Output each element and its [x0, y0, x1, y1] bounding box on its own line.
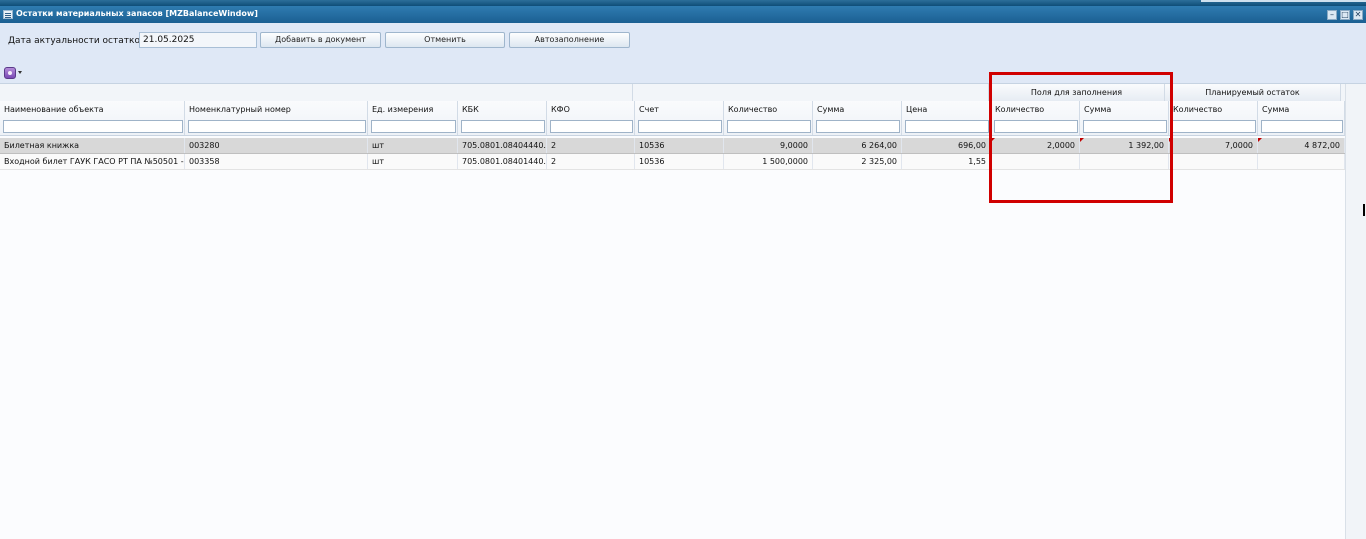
cell-price: 696,00: [902, 138, 991, 153]
col-kfo[interactable]: КФО: [547, 101, 635, 135]
cell-nomenclature: 003280: [185, 138, 368, 153]
filter-unit[interactable]: [371, 120, 456, 133]
cell-nomenclature: 003358: [185, 154, 368, 169]
col-name[interactable]: Наименование объекта: [0, 101, 185, 135]
close-button[interactable]: ✕: [1353, 10, 1363, 20]
col-plan-sum[interactable]: Сумма: [1258, 101, 1345, 135]
col-sum[interactable]: Сумма: [813, 101, 902, 135]
text-cursor-icon: [1363, 204, 1365, 216]
col-plan-qty-label: Количество: [1173, 105, 1223, 114]
cell-name: Билетная книжка: [0, 138, 185, 153]
group-planned-balance: Планируемый остаток: [1165, 84, 1341, 101]
window-title: Остатки материальных запасов [MZBalanceW…: [16, 9, 258, 18]
gear-icon: [4, 67, 16, 79]
minimize-button[interactable]: –: [1327, 10, 1337, 20]
cell-plan-sum-value: 4 872,00: [1304, 141, 1340, 150]
col-account[interactable]: Счет: [635, 101, 724, 135]
col-unit[interactable]: Ед. измерения: [368, 101, 458, 135]
window-icon: [3, 10, 13, 19]
cell-kfo: 2: [547, 138, 635, 153]
date-field[interactable]: [139, 32, 257, 48]
cell-plan-sum: 4 872,00: [1258, 138, 1345, 153]
group-empty-2: [633, 84, 989, 101]
filter-name[interactable]: [3, 120, 183, 133]
col-price[interactable]: Цена: [902, 101, 991, 135]
filter-plan-sum[interactable]: [1261, 120, 1343, 133]
modified-marker: [1258, 138, 1262, 142]
col-plan-qty[interactable]: Количество: [1169, 101, 1258, 135]
col-account-label: Счет: [639, 105, 659, 114]
filter-qty[interactable]: [727, 120, 811, 133]
cell-account: 10536: [635, 154, 724, 169]
cell-price: 1,55: [902, 154, 991, 169]
maximize-button[interactable]: □: [1340, 10, 1350, 20]
filter-account[interactable]: [638, 120, 722, 133]
cell-kbk: 705.0801.08401440...: [458, 154, 547, 169]
highlight-box: [989, 72, 1173, 203]
cell-sum: 6 264,00: [813, 138, 902, 153]
cell-unit: шт: [368, 138, 458, 153]
col-kfo-label: КФО: [551, 105, 570, 114]
col-nomenclature-label: Номенклатурный номер: [189, 105, 291, 114]
cell-plan-qty: 7,0000: [1169, 138, 1258, 153]
cell-qty: 1 500,0000: [724, 154, 813, 169]
filter-price[interactable]: [905, 120, 989, 133]
col-nomenclature[interactable]: Номенклатурный номер: [185, 101, 368, 135]
col-unit-label: Ед. измерения: [372, 105, 434, 114]
col-price-label: Цена: [906, 105, 928, 114]
cell-qty: 9,0000: [724, 138, 813, 153]
col-name-label: Наименование объекта: [4, 105, 104, 114]
cell-name: Входной билет ГАУК ГАСО РТ ПА №50501 - .…: [0, 154, 185, 169]
vertical-scrollbar[interactable]: [1345, 84, 1366, 539]
col-kbk-label: КБК: [462, 105, 479, 114]
cancel-button[interactable]: Отменить: [385, 32, 505, 48]
filter-kbk[interactable]: [461, 120, 545, 133]
cell-kfo: 2: [547, 154, 635, 169]
cell-plan-sum: [1258, 154, 1345, 169]
date-label: Дата актуальности остатков:: [8, 36, 149, 46]
group-empty-1: [0, 84, 633, 101]
filter-kfo[interactable]: [550, 120, 633, 133]
settings-menu-button[interactable]: [4, 67, 23, 79]
col-kbk[interactable]: КБК: [458, 101, 547, 135]
filter-nomenclature[interactable]: [188, 120, 366, 133]
cell-plan-qty: [1169, 154, 1258, 169]
col-sum-label: Сумма: [817, 105, 845, 114]
cell-plan-qty-value: 7,0000: [1225, 141, 1253, 150]
cell-account: 10536: [635, 138, 724, 153]
autofill-button[interactable]: Автозаполнение: [509, 32, 630, 48]
col-qty[interactable]: Количество: [724, 101, 813, 135]
cell-kbk: 705.0801.08404440...: [458, 138, 547, 153]
col-plan-sum-label: Сумма: [1262, 105, 1290, 114]
filter-plan-qty[interactable]: [1172, 120, 1256, 133]
chevron-down-icon: [18, 71, 22, 74]
cell-unit: шт: [368, 154, 458, 169]
cell-sum: 2 325,00: [813, 154, 902, 169]
filter-sum[interactable]: [816, 120, 900, 133]
top-strip-light: [1201, 0, 1366, 2]
add-to-document-button[interactable]: Добавить в документ: [260, 32, 381, 48]
window-titlebar: Остатки материальных запасов [MZBalanceW…: [0, 6, 1366, 23]
col-qty-label: Количество: [728, 105, 778, 114]
